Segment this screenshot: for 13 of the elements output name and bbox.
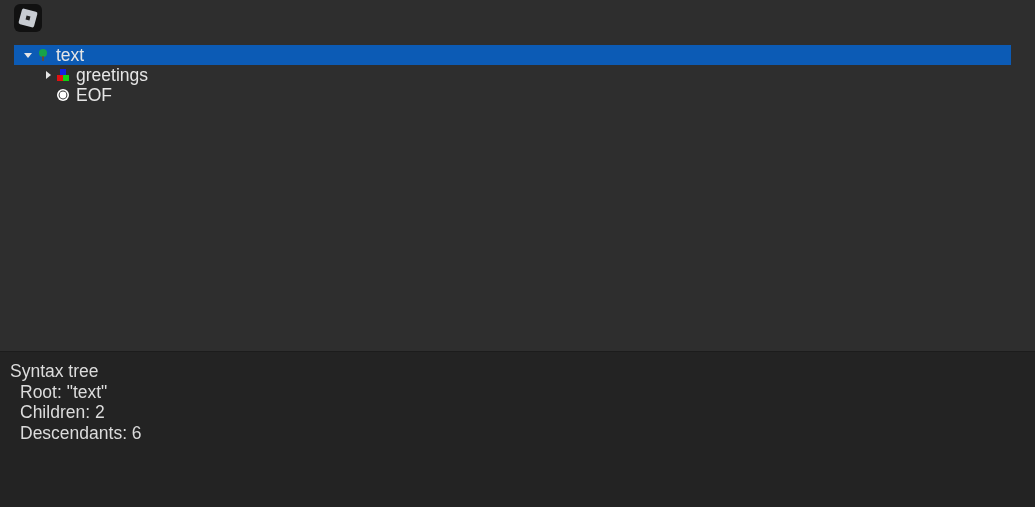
details-line: Descendants: 6 xyxy=(19,422,143,443)
radio-icon xyxy=(56,88,70,102)
app-logo xyxy=(14,4,42,32)
tree-item[interactable]: greetings xyxy=(14,65,1011,85)
caret-down-icon[interactable] xyxy=(24,51,32,59)
details-line: Children: 2 xyxy=(19,402,106,423)
tree-icon xyxy=(36,48,50,62)
details-title: Syntax tree xyxy=(10,361,100,382)
caret-right-icon[interactable] xyxy=(44,71,52,79)
blocks-icon xyxy=(56,68,70,82)
tree-item[interactable]: EOF xyxy=(14,85,1011,105)
details-line: Root: "text" xyxy=(19,381,109,402)
tree-item[interactable]: text xyxy=(14,45,1011,65)
